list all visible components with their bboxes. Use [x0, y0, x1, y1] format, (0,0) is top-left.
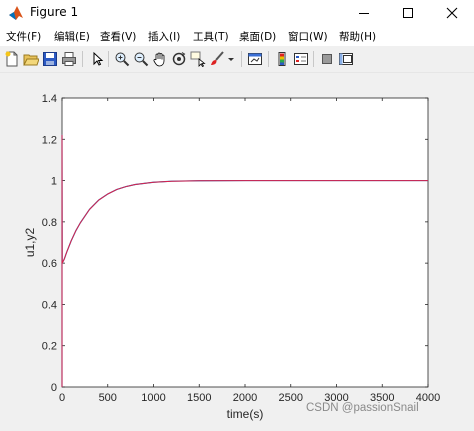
link-plot-button[interactable]	[246, 50, 264, 68]
matlab-logo-icon	[8, 5, 24, 21]
maximize-icon	[403, 8, 413, 18]
pan-hand-icon	[153, 52, 165, 67]
y-tick-label: 1	[51, 176, 57, 188]
zoom-out-icon	[134, 52, 149, 67]
data-cursor-icon	[190, 51, 206, 67]
y-tick-label: 1.4	[42, 93, 57, 105]
brush-button[interactable]	[208, 50, 226, 68]
y-tick-label: 0.8	[42, 217, 57, 229]
x-tick-label: 2000	[233, 392, 257, 404]
hide-plot-tools-button[interactable]	[318, 50, 336, 68]
menu-window[interactable]: 窗口(W)	[288, 29, 328, 44]
x-tick-label: 4000	[416, 392, 440, 404]
edit-plot-button[interactable]	[88, 50, 106, 68]
show-plot-tools-button[interactable]	[337, 50, 355, 68]
watermark-text: CSDN @passionSnail	[306, 402, 419, 414]
colorbar-icon	[278, 52, 286, 66]
figure-canvas: 0 500 1000 1500 2000 2500 3000 3500 4000 0 0.2 0.4 0…	[0, 73, 474, 427]
close-button[interactable]	[430, 0, 474, 26]
brush-dropdown-button[interactable]	[226, 50, 236, 68]
zoom-in-button[interactable]	[113, 50, 131, 68]
y-tick-label: 1.2	[42, 134, 57, 146]
insert-colorbar-button[interactable]	[273, 50, 291, 68]
menu-tools[interactable]: 工具(T)	[193, 29, 229, 44]
toolbar-separator	[82, 51, 83, 67]
show-plot-tools-icon	[339, 53, 353, 65]
save-icon	[43, 52, 57, 66]
rotate-3d-button[interactable]	[170, 50, 188, 68]
zoom-in-icon	[115, 52, 130, 67]
minimize-icon	[359, 13, 369, 14]
chevron-down-icon	[228, 58, 234, 61]
menu-bar: 文件(F) 编辑(E) 查看(V) 插入(I) 工具(T) 桌面(D) 窗口(W…	[0, 26, 474, 46]
rotate-3d-icon	[172, 52, 186, 66]
close-icon	[446, 7, 458, 19]
menu-desktop[interactable]: 桌面(D)	[239, 29, 276, 44]
pan-button[interactable]	[151, 50, 169, 68]
link-plot-icon	[248, 53, 262, 65]
open-file-button[interactable]	[22, 50, 40, 68]
menu-view[interactable]: 查看(V)	[100, 29, 136, 44]
title-bar: Figure 1	[0, 0, 474, 26]
new-figure-button[interactable]	[3, 50, 21, 68]
zoom-out-button[interactable]	[132, 50, 150, 68]
y-tick-label: 0.2	[42, 341, 57, 353]
print-icon	[62, 52, 76, 66]
y-tick-label: 0.6	[42, 258, 57, 270]
new-file-icon	[5, 51, 18, 67]
toolbar-separator	[313, 51, 314, 67]
x-tick-label: 2500	[279, 392, 303, 404]
minimize-button[interactable]	[342, 0, 386, 26]
x-tick-label: 1000	[141, 392, 165, 404]
y-axis-label: u1,y2	[23, 227, 37, 257]
menu-insert[interactable]: 插入(I)	[148, 29, 180, 44]
print-button[interactable]	[60, 50, 78, 68]
toolbar-separator	[108, 51, 109, 67]
toolbar-separator	[268, 51, 269, 67]
y-tick-label: 0.4	[42, 299, 57, 311]
figure-toolbar	[0, 46, 474, 73]
maximize-button[interactable]	[386, 0, 430, 26]
hide-plot-tools-icon	[322, 54, 332, 64]
pointer-icon	[93, 51, 104, 66]
brush-icon	[211, 51, 224, 65]
axes[interactable]: 0 500 1000 1500 2000 2500 3000 3500 400000.20.40…	[0, 73, 474, 427]
menu-file[interactable]: 文件(F)	[6, 29, 41, 44]
open-folder-icon	[23, 54, 39, 66]
x-tick-label: 1500	[187, 392, 211, 404]
menu-help[interactable]: 帮助(H)	[339, 29, 376, 44]
legend-icon	[294, 53, 308, 65]
insert-legend-button[interactable]	[292, 50, 310, 68]
y-tick-label: 0	[51, 382, 57, 394]
x-axis-label: time(s)	[227, 407, 264, 421]
toolbar-separator	[241, 51, 242, 67]
menu-edit[interactable]: 编辑(E)	[54, 29, 90, 44]
x-tick-label: 500	[99, 392, 117, 404]
plot-box	[61, 97, 429, 388]
data-cursor-button[interactable]	[189, 50, 207, 68]
x-tick-label: 0	[59, 392, 65, 404]
save-button[interactable]	[41, 50, 59, 68]
window-title: Figure 1	[30, 5, 79, 19]
